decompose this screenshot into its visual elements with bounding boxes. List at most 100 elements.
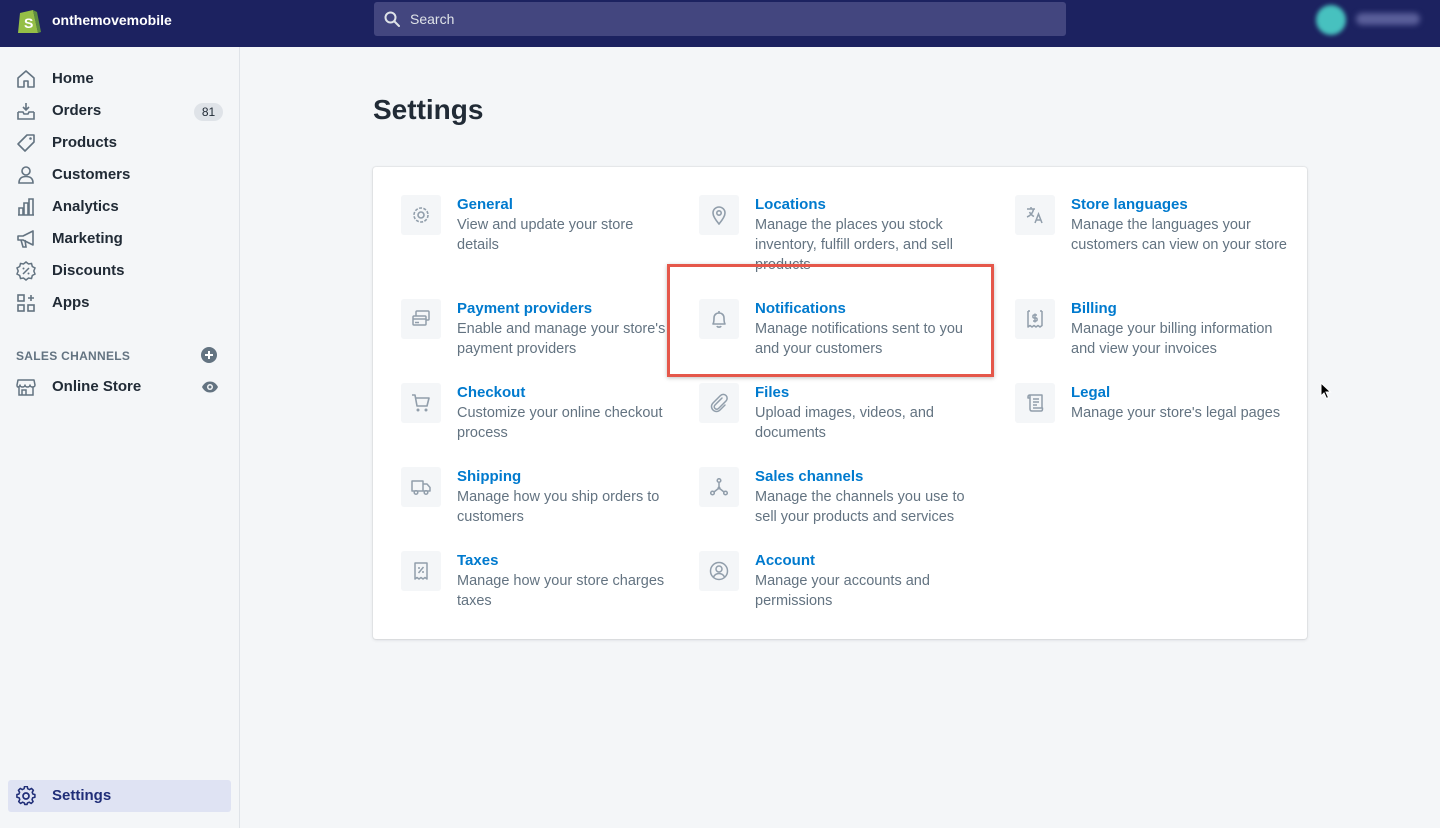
sidebar-item-orders[interactable]: Orders 81: [8, 95, 231, 127]
home-icon: [17, 70, 35, 88]
setting-title[interactable]: Taxes: [457, 551, 498, 571]
setting-icon-box: [401, 551, 441, 591]
store-icon: [16, 379, 36, 396]
sidebar-item-label: Analytics: [52, 198, 119, 215]
megaphone-icon: [17, 230, 34, 248]
top-bar: S onthemovemobile: [0, 0, 1440, 47]
sidebar-item-label: Marketing: [52, 230, 123, 247]
setting-icon-box: [699, 551, 739, 591]
setting-title[interactable]: General: [457, 195, 513, 215]
sidebar-item-label: Settings: [52, 787, 112, 804]
billing-icon: [1027, 310, 1043, 328]
settings-card: General View and update your store detai…: [373, 167, 1307, 639]
sidebar-item-label: Products: [52, 134, 118, 151]
search-input[interactable]: [410, 2, 1050, 36]
sales-channels-heading: SALES CHANNELS: [16, 349, 131, 363]
sidebar-item-analytics[interactable]: Analytics: [8, 191, 231, 223]
avatar[interactable]: [1316, 5, 1346, 35]
setting-description: Manage the channels you use to sell your…: [755, 489, 965, 525]
setting-description: Manage the places you stock inventory, f…: [755, 217, 953, 273]
page-title: Settings: [373, 94, 484, 125]
cart-icon: [412, 394, 430, 412]
legal-document-icon: [1027, 394, 1044, 412]
credit-card-icon: [412, 310, 430, 326]
sidebar-item-apps[interactable]: Apps: [8, 287, 231, 319]
mouse-cursor-icon: [1320, 382, 1332, 400]
setting-description: Manage the languages your customers can …: [1071, 217, 1287, 253]
setting-description: Manage your store's legal pages: [1071, 405, 1281, 421]
sidebar-item-marketing[interactable]: Marketing: [8, 223, 231, 255]
bell-icon: [712, 311, 726, 328]
setting-title[interactable]: Checkout: [457, 383, 525, 403]
tax-receipt-icon: [414, 562, 428, 580]
setting-title[interactable]: Legal: [1071, 383, 1110, 403]
setting-title[interactable]: Account: [755, 551, 815, 571]
setting-description: Upload images, videos, and documents: [755, 405, 934, 441]
setting-icon-box: [699, 195, 739, 235]
setting-description: Manage how your store charges taxes: [457, 573, 665, 609]
setting-icon-box: [401, 467, 441, 507]
svg-text:S: S: [24, 15, 33, 31]
gear-icon: [16, 786, 36, 806]
tag-icon: [17, 134, 35, 152]
discount-icon: [16, 261, 36, 281]
user-name-blurred: [1356, 13, 1420, 25]
setting-icon-box: [401, 299, 441, 339]
sidebar-item-label: Apps: [52, 294, 90, 311]
account-circle-icon: [709, 561, 729, 581]
sidebar-item-label: Discounts: [52, 262, 125, 279]
setting-icon-box: [1015, 299, 1055, 339]
eye-icon[interactable]: [201, 378, 219, 396]
setting-description: Manage how you ship orders to customers: [457, 489, 660, 525]
bar-chart-icon: [18, 198, 34, 216]
user-menu[interactable]: [1298, 0, 1440, 50]
sidebar-item-home[interactable]: Home: [8, 63, 231, 95]
setting-icon-box: [699, 467, 739, 507]
channels-icon: [709, 477, 729, 496]
sidebar-item-label: Online Store: [52, 378, 142, 395]
apps-icon: [17, 294, 35, 312]
setting-title[interactable]: Store languages: [1071, 195, 1188, 215]
sidebar-item-label: Customers: [52, 166, 131, 183]
setting-description: Enable and manage your store's payment p…: [457, 321, 666, 357]
setting-title[interactable]: Sales channels: [755, 467, 863, 487]
setting-title[interactable]: Notifications: [755, 299, 846, 319]
sidebar-item-label: Home: [52, 70, 94, 87]
setting-title[interactable]: Shipping: [457, 467, 521, 487]
location-pin-icon: [712, 206, 726, 225]
setting-description: Manage notifications sent to you and you…: [755, 321, 963, 357]
translate-icon: [1026, 207, 1043, 224]
setting-title[interactable]: Locations: [755, 195, 826, 215]
setting-icon-box: [1015, 383, 1055, 423]
setting-title[interactable]: Payment providers: [457, 299, 592, 319]
setting-description: Manage your billing information and view…: [1071, 321, 1273, 357]
sidebar: Home Orders 81 Products Customers Analyt…: [0, 47, 240, 828]
sidebar-item-products[interactable]: Products: [8, 127, 231, 159]
sidebar-item-online-store[interactable]: Online Store: [8, 371, 231, 403]
sidebar-item-discounts[interactable]: Discounts: [8, 255, 231, 287]
sidebar-item-settings[interactable]: Settings: [8, 780, 231, 812]
setting-description: Manage your accounts and permissions: [755, 573, 930, 609]
orders-icon: [17, 103, 35, 120]
setting-description: View and update your store details: [457, 217, 634, 253]
setting-icon-box: [1015, 195, 1055, 235]
setting-title[interactable]: Billing: [1071, 299, 1117, 319]
paperclip-icon: [710, 393, 728, 413]
setting-icon-box: [699, 299, 739, 339]
setting-title[interactable]: Files: [755, 383, 789, 403]
person-icon: [18, 166, 34, 184]
setting-icon-box: [401, 195, 441, 235]
search-icon: [384, 11, 400, 27]
setting-icon-box: [401, 383, 441, 423]
add-channel-icon[interactable]: [200, 346, 218, 364]
search-bar[interactable]: [374, 2, 1066, 36]
setting-icon-box: [699, 383, 739, 423]
setting-description: Customize your online checkout process: [457, 405, 663, 441]
gear-icon: [413, 207, 429, 223]
truck-icon: [411, 480, 431, 496]
sidebar-item-customers[interactable]: Customers: [8, 159, 231, 191]
orders-count-badge: 81: [194, 103, 223, 121]
store-name[interactable]: onthemovemobile: [52, 11, 172, 29]
sidebar-item-label: Orders: [52, 102, 102, 119]
shopify-logo-icon[interactable]: S: [16, 6, 42, 36]
